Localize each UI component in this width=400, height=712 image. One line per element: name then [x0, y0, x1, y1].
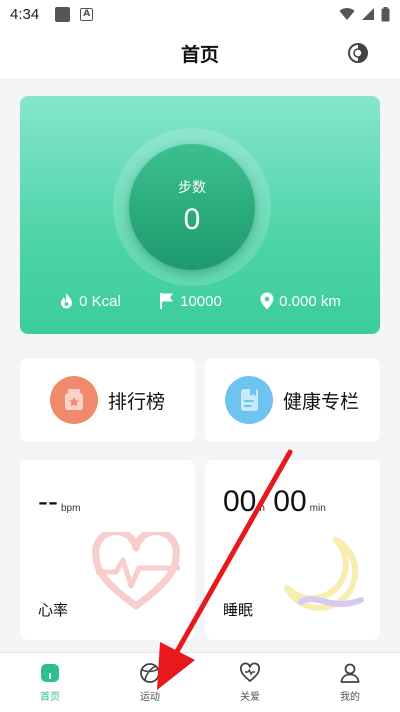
- heart-icon: [240, 662, 260, 682]
- battery-icon: [381, 6, 390, 21]
- nav-sport[interactable]: 运动: [100, 653, 200, 712]
- nav-mine[interactable]: 我的: [300, 653, 400, 712]
- steps-card[interactable]: 步数 0 0 Kcal 10000 0.000 km: [20, 96, 380, 334]
- steps-circle: 步数 0: [129, 144, 255, 270]
- nav-sport-label: 运动: [140, 692, 160, 703]
- sleep-card[interactable]: 00 h 00 min 睡眠: [205, 460, 380, 640]
- status-time: 4:34: [10, 5, 40, 23]
- sport-ball-icon: [140, 663, 160, 683]
- flame-icon: [61, 293, 73, 309]
- nav-home[interactable]: 首页: [0, 653, 100, 712]
- location-pin-icon: [260, 292, 274, 310]
- flag-icon: [160, 293, 174, 309]
- distance-value: 0.000 km: [279, 292, 341, 310]
- a-icon: A: [80, 7, 94, 21]
- home-icon: [41, 664, 59, 682]
- sleep-hours: 00: [223, 485, 257, 518]
- health-column-label: 健康专栏: [283, 390, 360, 413]
- nav-mine-label: 我的: [340, 692, 360, 703]
- page-title: 首页: [180, 43, 219, 66]
- nav-care-label: 关爱: [240, 692, 260, 703]
- heart-illustration-icon: [92, 532, 180, 610]
- notification-square-icon: [55, 6, 71, 22]
- calories-stat: 0 Kcal: [59, 292, 121, 310]
- ranking-tile[interactable]: 排行榜: [20, 358, 195, 442]
- sleep-label: 睡眠: [223, 601, 254, 619]
- steps-label: 步数: [178, 180, 206, 196]
- hero-stats: 0 Kcal 10000 0.000 km: [20, 292, 380, 310]
- sleep-minutes: 00: [273, 485, 307, 518]
- heart-rate-reading: -- bpm: [38, 485, 80, 519]
- signal-icon: [362, 8, 374, 20]
- distance-stat: 0.000 km: [260, 292, 341, 310]
- nav-home-label: 首页: [40, 692, 60, 703]
- trophy-icon: [50, 376, 98, 424]
- wifi-icon: [339, 8, 355, 20]
- health-column-tile[interactable]: 健康专栏: [205, 358, 380, 442]
- goal-value: 10000: [180, 292, 222, 310]
- theme-toggle-icon[interactable]: [346, 41, 370, 65]
- moon-illustration-icon: [284, 537, 364, 611]
- ranking-label: 排行榜: [108, 390, 166, 413]
- goal-stat: 10000: [159, 292, 222, 310]
- heart-rate-unit: bpm: [60, 503, 81, 514]
- heart-rate-label: 心率: [38, 601, 69, 619]
- sleep-hours-unit: h: [259, 503, 265, 514]
- user-icon: [340, 663, 360, 683]
- steps-ring: 步数 0: [113, 128, 271, 286]
- health-document-icon: [225, 376, 273, 424]
- status-bar: 4:34 A: [0, 0, 400, 28]
- sleep-minutes-unit: min: [309, 503, 326, 514]
- app-header: 首页: [0, 28, 400, 78]
- heart-rate-card[interactable]: -- bpm 心率: [20, 460, 195, 640]
- bottom-navigation: 首页 运动 关爱 我的: [0, 652, 400, 712]
- calories-value: 0 Kcal: [79, 292, 121, 310]
- steps-value: 0: [183, 203, 201, 236]
- sleep-reading: 00 h 00 min: [223, 485, 326, 519]
- nav-care[interactable]: 关爱: [200, 653, 300, 712]
- heart-rate-value: --: [38, 485, 58, 518]
